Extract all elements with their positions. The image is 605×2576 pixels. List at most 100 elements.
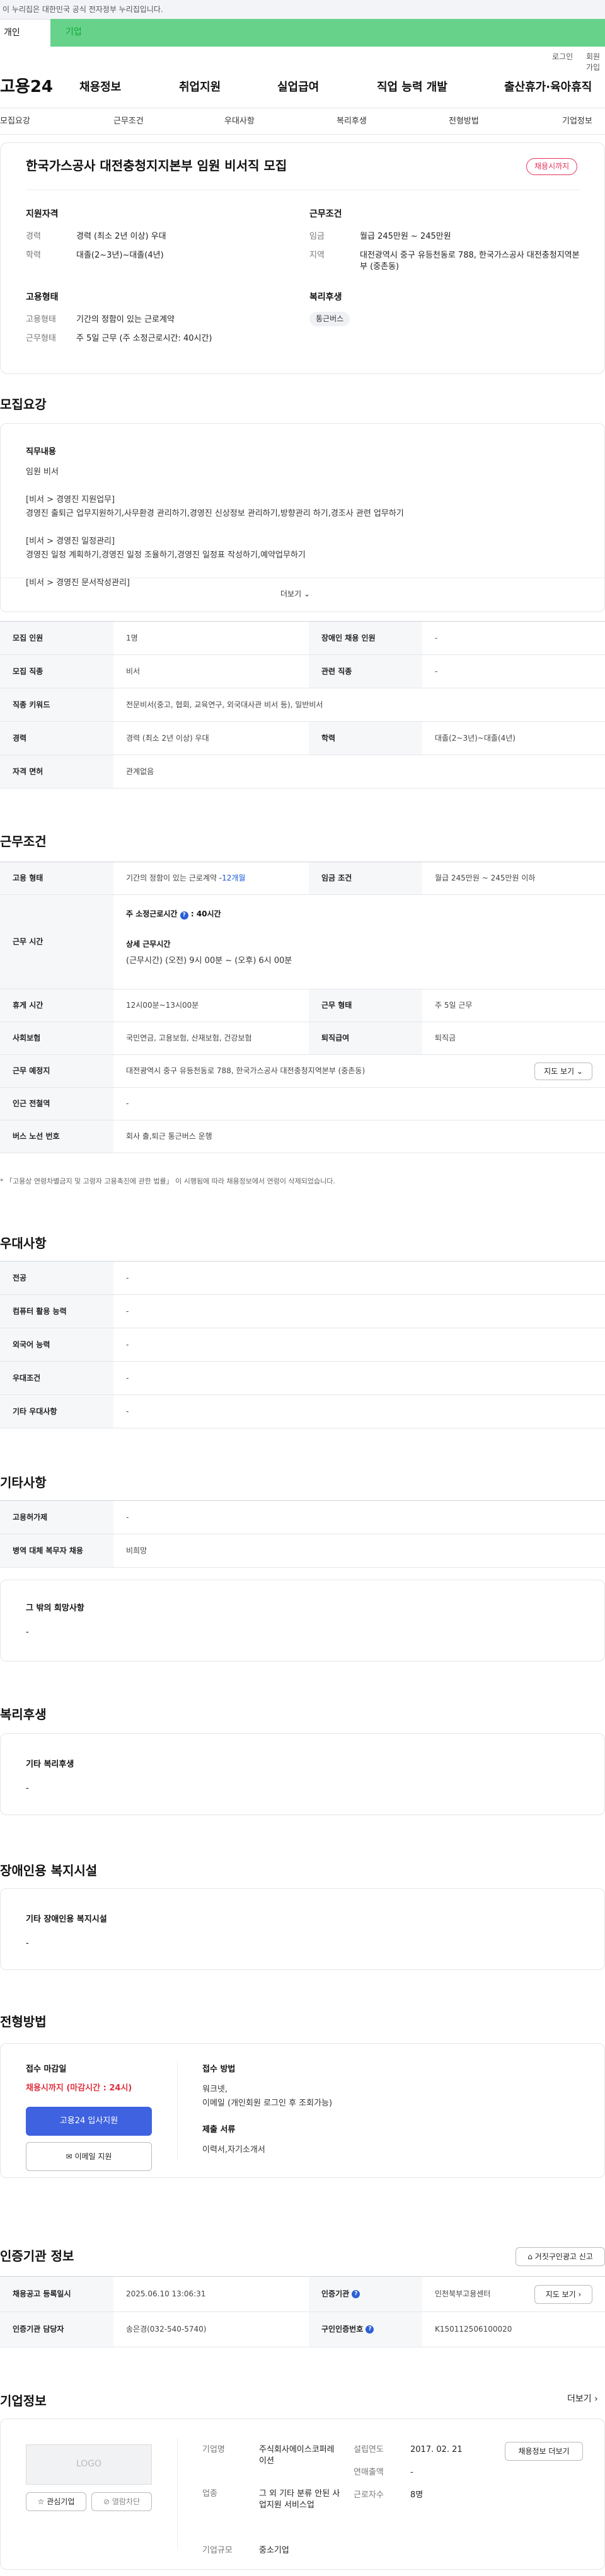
info-icon[interactable]: ? [180,911,188,920]
company-value: 그 외 기타 분류 안된 사업지원 서비스업 [259,2489,340,2510]
cond-title: 근무조건 [309,209,342,219]
table-value: 송은경(032-540-5740) [126,2325,207,2334]
table-value: - [435,666,438,676]
table-label: 관련 직종 [309,655,422,688]
table-row: 휴게 시간 12시00분~13시00분 근무 형태 주 5일 근무 [0,989,605,1022]
box-title: 그 밖의 희망사항 [26,1604,84,1613]
table-row: 모집 직종 비서 관련 직종 - [0,655,605,688]
emp-type-label: 고용형태 [26,315,56,324]
table-value: 기간의 정함이 있는 근로계약 - [126,874,222,883]
table-label: 경력 [0,722,113,755]
auth-map-button[interactable]: 지도 보기 › [534,2285,592,2304]
deadline-label: 접수 마감일 [26,2065,67,2074]
table-row: 근무 시간 주 소정근로시간 ? : 40시간 상세 근무시간 (근무시간) (… [0,895,605,989]
report-button[interactable]: ⌂ 거짓구인광고 신고 [516,2247,605,2266]
table-label: 퇴직급여 [309,1022,422,1054]
company-jobs-button[interactable]: 채용정보 더보기 [505,2442,583,2461]
table-value: K150112506100020 [435,2325,512,2334]
job-content-box: 직무내용 임원 비서 [비서 > 경영진 지원업무] 경영진 출퇴근 업무지원하… [0,423,605,612]
table-row: 자격 면허 관계없음 [0,755,605,789]
method-line: 워크넷, [202,2085,228,2094]
table-value: - [435,633,438,642]
anchor-recruit[interactable]: 모집요강 [0,116,30,127]
table-row: 경력 경력 (최소 2년 이상) 우대 학력 대졸(2~3년)~대졸(4년) [0,722,605,755]
apply-box: 접수 마감일 채용시까지 (마감시간 : 24시) 고용24 입사지원 ✉ 이메… [0,2043,605,2178]
qual-title: 지원자격 [26,209,59,219]
company-label: 업종 [202,2489,217,2499]
table-label: 버스 노선 번호 [0,1120,113,1153]
deadline-value: 채용시까지 (마감시간 : 24시) [26,2083,132,2093]
fav-button[interactable]: ☆ 관심기업 [26,2492,86,2511]
auth-heading: 인증기관 정보 [0,2248,74,2264]
map-button[interactable]: 지도 보기 ⌄ [534,1063,592,1080]
user-type-tabs: 개인 기업 [0,19,605,47]
table-label: 모집 직종 [0,655,113,688]
table-row: 인증기관 담당자 송은경(032-540-5740) 구인인증번호 ? K150112… [0,2312,605,2347]
more-button[interactable]: 더보기 ⌄ [280,589,310,600]
nav-item-leave[interactable]: 출산휴가·육아휴직 [504,79,592,95]
anchor-welfare[interactable]: 복리후생 [337,116,367,127]
table-value: - [126,1273,129,1282]
table-label: 근무 시간 [0,895,113,989]
nav-item-training[interactable]: 직업 능력 개발 [377,79,447,95]
company-label: 연매출액 [354,2468,384,2477]
status-badge: 채용시까지 [526,158,578,175]
disab-heading: 장애인용 복지시설 [0,1863,98,1878]
table-value: 퇴직금 [435,1034,456,1043]
table-value: 국민연금, 고용보험, 산재보험, 건강보험 [126,1034,252,1043]
company-value: - [410,2468,413,2477]
nav-item-jobs[interactable]: 채용정보 [79,79,121,95]
nav-item-employment[interactable]: 취업지원 [179,79,221,95]
table-value: 회사 출,퇴근 통근버스 운행 [126,1132,212,1141]
etc-box: 그 밖의 희망사항 - [0,1580,605,1661]
work-type-value: 주 5일 근무 (주 소정근로시간: 40시간) [76,334,212,343]
tab-company[interactable]: 기업 [50,19,605,47]
table-value: 대전광역시 중구 유등천동로 788, 한국가스공사 대전충청지역본부 (중촌동… [126,1066,366,1076]
site-logo[interactable]: 고용24 [0,76,53,98]
email-apply-button[interactable]: ✉ 이메일 지원 [26,2142,152,2171]
table-value: 1명 [126,633,138,642]
table-label: 인근 전철역 [0,1088,113,1120]
anchor-pref[interactable]: 우대사항 [224,116,255,127]
hours-value: 40시간 [196,909,221,918]
table-row: 컴퓨터 활용 능력 - [0,1295,605,1328]
edu-label: 학력 [26,251,41,260]
block-button[interactable]: ⊘ 열람차단 [91,2492,152,2511]
table-value: 비서 [126,666,141,676]
tab-person[interactable]: 개인 [0,19,50,47]
anchor-work[interactable]: 근무조건 [113,116,144,127]
info-icon[interactable]: ? [366,2325,374,2334]
home-icon: ⌂ [527,2252,533,2261]
apply-heading: 전형방법 [0,2014,47,2029]
table-label: 전공 [0,1262,113,1294]
summary-card: 한국가스공사 대전충청지지본부 임원 비서직 모집 채용시까지 지원자격 경력 … [0,142,605,374]
table-value: - [126,1099,129,1108]
table-label: 외국어 능력 [0,1328,113,1361]
method-line: 이메일 (개인회원 로그인 후 조회가능) [202,2099,333,2108]
anchor-company[interactable]: 기업정보 [562,116,592,127]
login-link[interactable]: 로그인 [552,52,573,62]
table-label: 휴게 시간 [0,989,113,1022]
company-label: 근로자수 [354,2490,384,2500]
info-icon[interactable]: ? [352,2290,360,2298]
block-icon: ⊘ [103,2497,110,2506]
table-label: 자격 면허 [0,755,113,788]
job-line: 경영진 출퇴근 업무지원하기,사무환경 관리하기,경영진 신상정보 관리하기,방… [26,509,404,518]
anchor-apply[interactable]: 전형방법 [449,116,479,127]
company-more-link[interactable]: 더보기 › [567,2393,598,2406]
nav-item-benefit[interactable]: 실업급여 [277,79,319,95]
table-label: 근무 형태 [309,989,422,1022]
star-icon: ☆ [37,2497,45,2506]
table-row: 고용 형태 기간의 정함이 있는 근로계약 - 12개월 임금 조건 월급 245만원… [0,862,605,895]
utility-bar: 로그인 회원가입 [0,47,605,72]
table-row: 모집 인원 1명 장애인 채용 인원 - [0,622,605,655]
box-value: - [26,1939,29,1948]
box-title: 기타 복리후생 [26,1760,74,1769]
detail-value: (근무시간) (오전) 9시 00분 ~ (오후) 6시 00분 [126,956,292,966]
career-label: 경력 [26,232,41,241]
job-line: [비서 > 경영진 지원업무] [26,495,115,504]
apply-button[interactable]: 고용24 입사지원 [26,2107,152,2136]
pref-table: 전공 - 컴퓨터 활용 능력 - 외국어 능력 - 우대조건 - 기타 우대사항 - [0,1261,605,1428]
company-box: LOGO ☆ 관심기업 ⊘ 열람차단 기업명 주식회사에이스코퍼레이션 업종 그… [0,2419,605,2570]
table-value: 인천북부고용센터 [435,2289,491,2299]
